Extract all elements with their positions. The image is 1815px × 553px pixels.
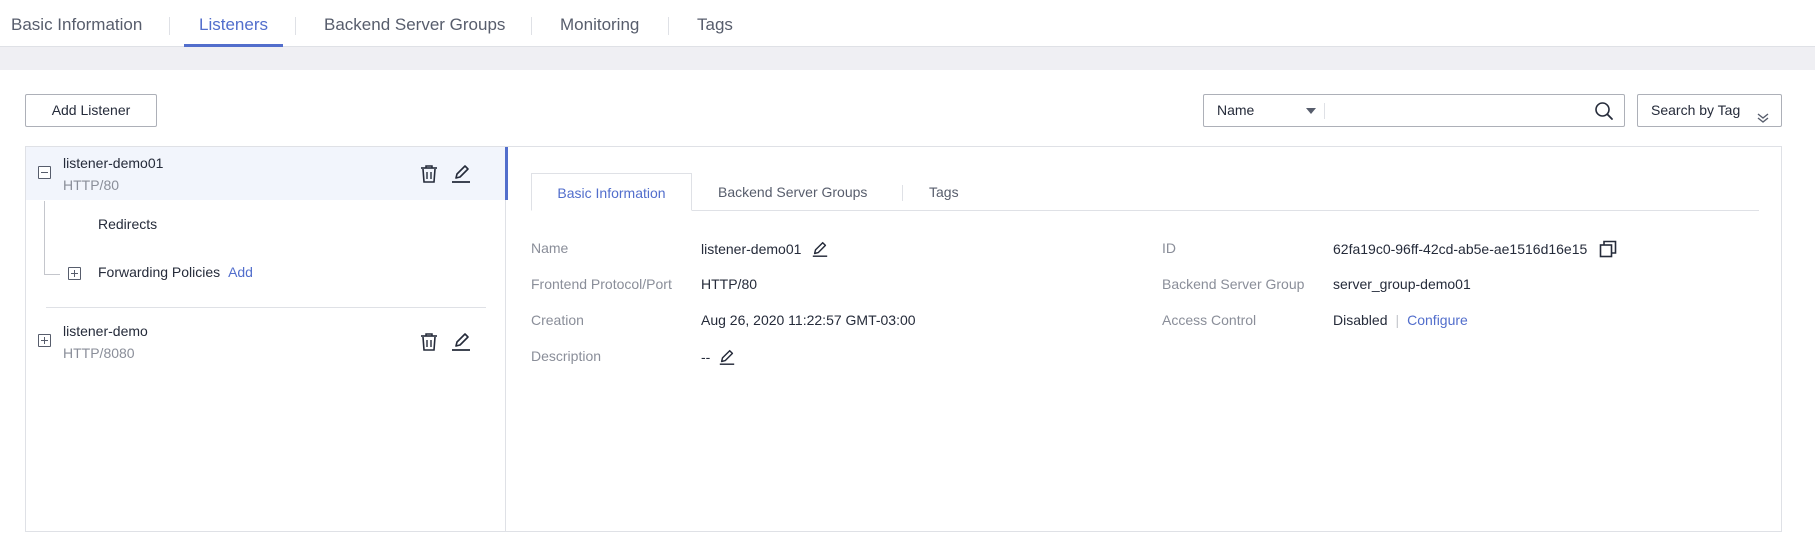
search-input[interactable] (1330, 97, 1585, 124)
tab-monitoring[interactable]: Monitoring (560, 0, 639, 46)
tab-separator (295, 17, 296, 35)
delete-icon[interactable] (419, 332, 439, 355)
tab-backend-server-groups[interactable]: Backend Server Groups (324, 0, 505, 46)
listener-item[interactable]: listener-demo HTTP/8080 (26, 315, 506, 368)
separator: | (1395, 312, 1400, 328)
id-label: ID (1162, 240, 1176, 256)
detail-tab-tags[interactable]: Tags (929, 173, 959, 211)
search-field-selected: Name (1217, 102, 1255, 118)
listener-name: listener-demo01 (63, 155, 164, 171)
tab-separator (169, 17, 170, 35)
creation-value: Aug 26, 2020 11:22:57 GMT-03:00 (701, 312, 916, 328)
access-control-label: Access Control (1162, 312, 1257, 328)
listener-content: listener-demo01 HTTP/80 Redirects Forwar… (25, 146, 1782, 532)
backend-server-group-value: server_group-demo01 (1333, 276, 1471, 292)
creation-label: Creation (531, 312, 584, 328)
search-by-tag-label: Search by Tag (1651, 102, 1741, 118)
backend-server-group-label: Backend Server Group (1162, 276, 1305, 292)
divider (46, 307, 486, 308)
listeners-panel: Add Listener Name Search by Tag listener… (0, 70, 1815, 553)
expand-icon[interactable] (38, 334, 51, 347)
chevron-down-icon (1757, 104, 1769, 134)
protocol-value: HTTP/80 (701, 276, 758, 292)
forwarding-policies-label: Forwarding Policies (98, 264, 221, 280)
edit-icon[interactable] (451, 332, 471, 355)
tab-separator (902, 185, 903, 201)
search-box: Name (1203, 94, 1625, 127)
detail-tab-backend-server-groups[interactable]: Backend Server Groups (718, 173, 867, 211)
listener-id-value: 62fa19c0-96ff-42cd-ab5e-ae1516d16e15 (1333, 241, 1588, 258)
edit-name-icon[interactable] (811, 240, 829, 261)
add-forwarding-policy-link[interactable]: Add (228, 264, 253, 280)
expand-icon[interactable] (68, 267, 81, 280)
tree-node-forwarding-policies[interactable]: Forwarding Policies Add (98, 264, 253, 280)
detail-tab-basic-information[interactable]: Basic Information (531, 173, 692, 211)
collapse-icon[interactable] (38, 166, 51, 179)
search-by-tag-button[interactable]: Search by Tag (1637, 94, 1782, 127)
edit-icon[interactable] (451, 164, 471, 187)
delete-icon[interactable] (419, 164, 439, 187)
tree-line (44, 274, 60, 275)
tab-separator (668, 17, 669, 35)
listener-protocol: HTTP/80 (63, 177, 120, 193)
tab-separator (531, 17, 532, 35)
edit-description-icon[interactable] (718, 348, 736, 369)
tab-basic-information[interactable]: Basic Information (11, 0, 142, 46)
search-field-select[interactable]: Name (1204, 95, 1326, 126)
configure-link[interactable]: Configure (1407, 312, 1468, 328)
protocol-label: Frontend Protocol/Port (531, 276, 672, 292)
search-icon[interactable] (1594, 101, 1614, 124)
listener-name-value: listener-demo01 (701, 241, 802, 258)
listener-name: listener-demo (63, 323, 148, 339)
listener-protocol: HTTP/8080 (63, 345, 135, 361)
tab-tags[interactable]: Tags (697, 0, 733, 46)
access-control-status: Disabled (1333, 312, 1388, 328)
description-value: -- (701, 348, 736, 369)
caret-down-icon (1306, 108, 1316, 114)
name-label: Name (531, 240, 569, 256)
description-text: -- (701, 349, 711, 366)
search-divider (1324, 103, 1325, 119)
name-value: listener-demo01 (701, 240, 829, 261)
listener-details: Basic Information Backend Server Groups … (507, 147, 1781, 531)
tab-listeners[interactable]: Listeners (184, 0, 283, 47)
add-listener-button[interactable]: Add Listener (25, 94, 157, 127)
description-label: Description (531, 348, 602, 364)
id-value: 62fa19c0-96ff-42cd-ab5e-ae1516d16e15 (1333, 240, 1617, 261)
copy-icon[interactable] (1599, 240, 1617, 261)
tree-node-redirects[interactable]: Redirects (98, 216, 157, 232)
access-control-value: Disabled | Configure (1333, 312, 1468, 328)
tree-line (44, 201, 45, 274)
listener-list: listener-demo01 HTTP/80 Redirects Forwar… (26, 147, 508, 531)
top-tab-bar: Basic Information Listeners Backend Serv… (0, 0, 1815, 47)
detail-tab-bar: Basic Information Backend Server Groups … (531, 173, 1759, 211)
listener-item[interactable]: listener-demo01 HTTP/80 (26, 147, 508, 200)
